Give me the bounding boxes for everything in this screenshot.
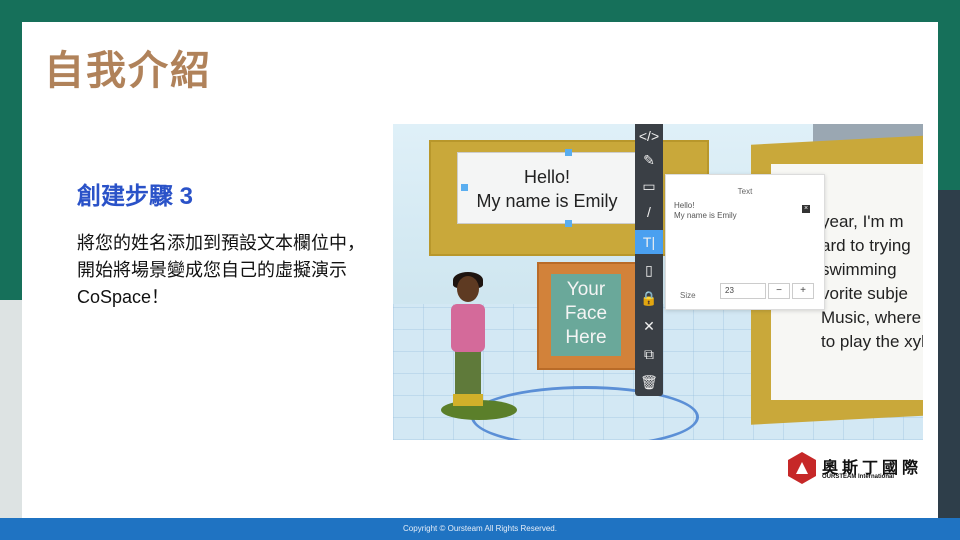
paint-icon[interactable]: ✎ [635, 148, 663, 172]
size-input[interactable]: 23 [720, 283, 766, 299]
code-icon[interactable]: </> [635, 124, 663, 148]
brush-icon[interactable]: / [635, 200, 663, 224]
hello-line: Hello! [523, 167, 571, 187]
cospaces-screenshot: year, I'm m ard to trying swimming vorit… [393, 124, 923, 440]
close-icon[interactable]: × [802, 205, 810, 213]
size-increase-button[interactable]: + [792, 283, 814, 299]
selection-handle[interactable] [565, 220, 572, 227]
selection-handle[interactable] [565, 149, 572, 156]
slide-subtitle: 創建步驟 3 [77, 183, 194, 210]
slide-body: 將您的姓名添加到預設文本欄位中， 開始將場景變成您自己的虛擬演示 CoSpace… [77, 230, 397, 311]
face-line: Here [565, 327, 607, 348]
trash-icon[interactable]: 🗑 [635, 370, 663, 394]
text-input[interactable]: Hello! My name is Emily [674, 201, 794, 221]
selection-handle[interactable] [461, 184, 468, 191]
avatar-legs [455, 350, 481, 396]
company-logo: 奧斯丁國際 OURSTEAM International [788, 452, 928, 488]
card-right-line: Music, where I [821, 308, 923, 327]
name-line: My name is Emily [476, 191, 618, 211]
text-properties-panel: Text Hello! My name is Emily × Size 23 −… [665, 174, 825, 310]
text-input-line: Hello! [674, 201, 695, 210]
panel-title: Text [737, 187, 753, 196]
animation-icon[interactable]: ▯ [635, 258, 663, 282]
object-toolbar: </> ✎ ▭ / T| ▯ 🔒 ✕ ⧉ 🗑 [635, 124, 663, 396]
body-line: 開始將場景變成您自己的虛擬演示 [77, 260, 347, 280]
size-label: Size [680, 291, 696, 300]
card-right-line: swimming [821, 260, 897, 279]
avatar-head [457, 276, 479, 302]
body-line: 將您的姓名添加到預設文本欄位中， [77, 233, 365, 253]
logo-name-en: OURSTEAM International [822, 474, 895, 480]
speech-bubble-icon[interactable]: ▭ [635, 174, 663, 198]
hide-icon[interactable]: ✕ [635, 314, 663, 338]
slide-title: 自我介紹 [44, 49, 212, 93]
card-right-line: to play the xyl [821, 332, 923, 351]
face-card: Your Face Here [551, 274, 621, 356]
slide: 自我介紹 創建步驟 3 將您的姓名添加到預設文本欄位中， 開始將場景變成您自己的… [22, 22, 938, 518]
footer-copyright: Copyright © Oursteam All Rights Reserved… [0, 518, 960, 540]
face-line: Face [564, 303, 608, 324]
face-line: Your [566, 279, 606, 300]
card-right-line: year, I'm m [821, 212, 904, 231]
text-icon[interactable]: T| [635, 230, 663, 254]
body-line: CoSpace！ [77, 287, 170, 307]
hello-text-card[interactable]: Hello! My name is Emily [457, 152, 637, 224]
lock-icon[interactable]: 🔒 [635, 286, 663, 310]
avatar-boots [453, 394, 483, 406]
card-right-line: vorite subje [821, 284, 908, 303]
text-input-line: My name is Emily [674, 211, 737, 220]
avatar-body [451, 304, 485, 352]
duplicate-icon[interactable]: ⧉ [635, 342, 663, 366]
size-decrease-button[interactable]: − [768, 283, 790, 299]
card-right-line: ard to trying [821, 236, 911, 255]
